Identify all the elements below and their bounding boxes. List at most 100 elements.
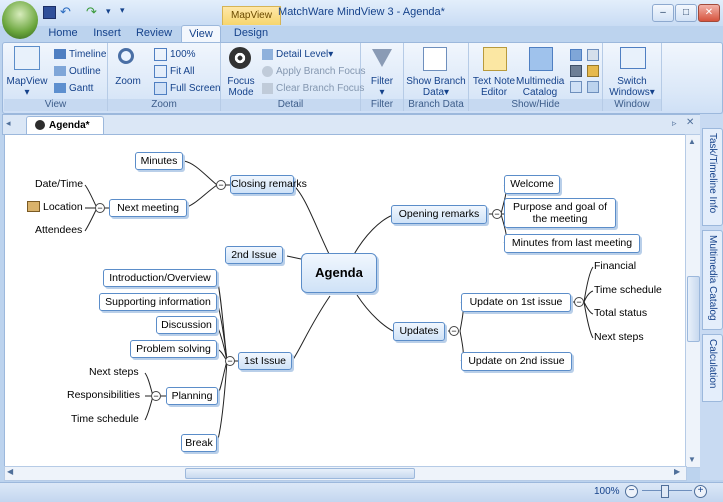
document-close-icon[interactable]: ✕ bbox=[686, 117, 694, 128]
close-button[interactable]: ✕ bbox=[698, 4, 720, 22]
vertical-scroll-thumb[interactable] bbox=[687, 276, 700, 342]
topic-time-schedule[interactable]: Time schedule bbox=[594, 284, 662, 296]
clear-branch-focus-button[interactable]: Clear Branch Focus bbox=[262, 81, 364, 96]
topic-next-steps[interactable]: Next steps bbox=[594, 331, 644, 343]
full-screen-icon bbox=[154, 81, 167, 95]
topic-updates[interactable]: Updates bbox=[393, 322, 445, 341]
topic-planning-time-schedule[interactable]: Time schedule bbox=[71, 413, 139, 425]
topic-location[interactable]: Location bbox=[43, 201, 83, 213]
document-tab-agenda[interactable]: Agenda* bbox=[26, 116, 104, 134]
tab-view[interactable]: View bbox=[181, 25, 221, 43]
topic-supporting-information[interactable]: Supporting information bbox=[99, 293, 217, 311]
switch-windows-icon bbox=[620, 47, 646, 69]
collapse-toggle-icon[interactable]: − bbox=[151, 391, 161, 401]
topic-update-2nd-issue[interactable]: Update on 2nd issue bbox=[461, 352, 572, 371]
maximize-button[interactable]: □ bbox=[675, 4, 697, 22]
zoom-slider-thumb[interactable] bbox=[661, 485, 669, 498]
magnifier-icon bbox=[118, 48, 134, 64]
mapview-button[interactable]: MapView ▾ bbox=[6, 76, 48, 98]
topic-1st-issue[interactable]: 1st Issue bbox=[238, 352, 292, 370]
side-tab-calculation[interactable]: Calculation bbox=[702, 334, 723, 402]
calculator-icon[interactable] bbox=[570, 65, 582, 77]
tab-scroll-right-icon[interactable]: ▹ bbox=[672, 118, 677, 129]
multimedia-catalog-button[interactable]: Multimedia Catalog bbox=[516, 76, 564, 98]
outline-icon bbox=[54, 66, 66, 77]
detail-level-button[interactable]: Detail Level▾ bbox=[262, 47, 333, 62]
fit-all-button[interactable]: Fit All bbox=[154, 64, 194, 79]
mapview-icon bbox=[14, 46, 40, 70]
topic-planning-next-steps[interactable]: Next steps bbox=[89, 366, 139, 378]
outline-button[interactable]: Outline bbox=[54, 64, 101, 79]
topic-problem-solving[interactable]: Problem solving bbox=[130, 340, 217, 358]
topic-discussion[interactable]: Discussion bbox=[156, 316, 217, 334]
timeline-button[interactable]: Timeline bbox=[54, 47, 106, 62]
full-screen-button[interactable]: Full Screen bbox=[154, 81, 221, 96]
tab-home[interactable]: Home bbox=[43, 25, 83, 42]
topic-responsibilities[interactable]: Responsibilities bbox=[67, 389, 140, 401]
group-label-filter: Filter bbox=[361, 99, 403, 111]
topic-minutes[interactable]: Minutes bbox=[135, 152, 183, 170]
apply-focus-icon bbox=[262, 65, 273, 77]
topic-introduction[interactable]: Introduction/Overview bbox=[103, 269, 217, 287]
tab-scroll-left-icon[interactable]: ◂ bbox=[6, 118, 11, 129]
collapse-toggle-icon[interactable]: − bbox=[449, 326, 459, 336]
topic-welcome[interactable]: Welcome bbox=[504, 175, 560, 194]
zoom-out-icon[interactable]: − bbox=[625, 485, 638, 498]
task-icon[interactable] bbox=[587, 65, 599, 77]
gantt-icon bbox=[54, 83, 66, 94]
collapse-toggle-icon[interactable]: − bbox=[216, 180, 226, 190]
zoom-button[interactable]: Zoom bbox=[112, 76, 144, 87]
collapse-toggle-icon[interactable]: − bbox=[225, 356, 235, 366]
horizontal-scroll-thumb[interactable] bbox=[185, 468, 415, 479]
topic-closing-remarks[interactable]: Closing remarks bbox=[230, 175, 307, 194]
zoom-in-icon[interactable]: + bbox=[694, 485, 707, 498]
text-note-editor-button[interactable]: Text Note Editor bbox=[471, 76, 517, 98]
switch-windows-button[interactable]: Switch Windows▾ bbox=[605, 76, 659, 98]
text-note-icon bbox=[483, 47, 507, 71]
mindmap-canvas[interactable]: Agenda Closing remarks − Minutes Next me… bbox=[4, 134, 687, 468]
side-tab-multimedia-catalog[interactable]: Multimedia Catalog bbox=[702, 230, 723, 330]
fit-all-icon bbox=[154, 64, 167, 78]
topic-date-time[interactable]: Date/Time bbox=[35, 178, 83, 190]
focus-mode-button[interactable]: Focus Mode bbox=[223, 76, 259, 98]
topic-purpose-and-goal[interactable]: Purpose and goal of the meeting bbox=[504, 198, 616, 228]
zoom-100-button[interactable]: 100% bbox=[154, 47, 196, 62]
topic-total-status[interactable]: Total status bbox=[594, 307, 647, 319]
topic-update-1st-issue[interactable]: Update on 1st issue bbox=[461, 293, 571, 312]
gantt-button[interactable]: Gantt bbox=[54, 81, 93, 96]
collapse-toggle-icon[interactable]: − bbox=[574, 297, 584, 307]
clear-focus-icon bbox=[262, 82, 273, 94]
topic-opening-remarks[interactable]: Opening remarks bbox=[391, 205, 487, 224]
topic-planning[interactable]: Planning bbox=[166, 387, 218, 405]
topic-break[interactable]: Break bbox=[181, 434, 217, 452]
topic-minutes-from-last-meeting[interactable]: Minutes from last meeting bbox=[504, 234, 640, 253]
tab-design[interactable]: Design bbox=[226, 25, 276, 42]
topic-attendees[interactable]: Attendees bbox=[35, 224, 82, 236]
filter-button[interactable]: Filter ▾ bbox=[363, 76, 401, 98]
collapse-toggle-icon[interactable]: − bbox=[492, 209, 502, 219]
document-icon bbox=[35, 120, 45, 131]
scroll-left-icon[interactable]: ◀ bbox=[7, 467, 13, 476]
topic-financial[interactable]: Financial bbox=[594, 260, 636, 272]
root-topic[interactable]: Agenda bbox=[301, 253, 377, 293]
show-branch-data-button[interactable]: Show Branch Data▾ bbox=[406, 76, 466, 98]
minimize-button[interactable]: – bbox=[652, 4, 674, 22]
notes-toggle-icon[interactable] bbox=[587, 49, 599, 61]
scroll-right-icon[interactable]: ▶ bbox=[674, 467, 680, 476]
topic-2nd-issue[interactable]: 2nd Issue bbox=[225, 246, 283, 264]
target-icon bbox=[229, 47, 251, 69]
group-label-branch-data: Branch Data bbox=[404, 99, 468, 111]
scroll-down-icon[interactable]: ▼ bbox=[688, 455, 696, 464]
scroll-up-icon[interactable]: ▲ bbox=[688, 137, 696, 146]
collapse-toggle-icon[interactable]: − bbox=[95, 203, 105, 213]
topic-next-meeting[interactable]: Next meeting bbox=[109, 199, 187, 217]
properties-icon[interactable] bbox=[587, 81, 599, 93]
tab-review[interactable]: Review bbox=[131, 25, 177, 42]
side-tab-task-timeline-info[interactable]: Task/Timeline Info bbox=[702, 128, 723, 226]
house-icon bbox=[27, 201, 40, 212]
timeline-icon bbox=[54, 49, 66, 60]
apply-branch-focus-button[interactable]: Apply Branch Focus bbox=[262, 64, 366, 79]
browser-icon[interactable] bbox=[570, 81, 582, 93]
panel-toggle-icon[interactable] bbox=[570, 49, 582, 61]
tab-insert[interactable]: Insert bbox=[86, 25, 128, 42]
